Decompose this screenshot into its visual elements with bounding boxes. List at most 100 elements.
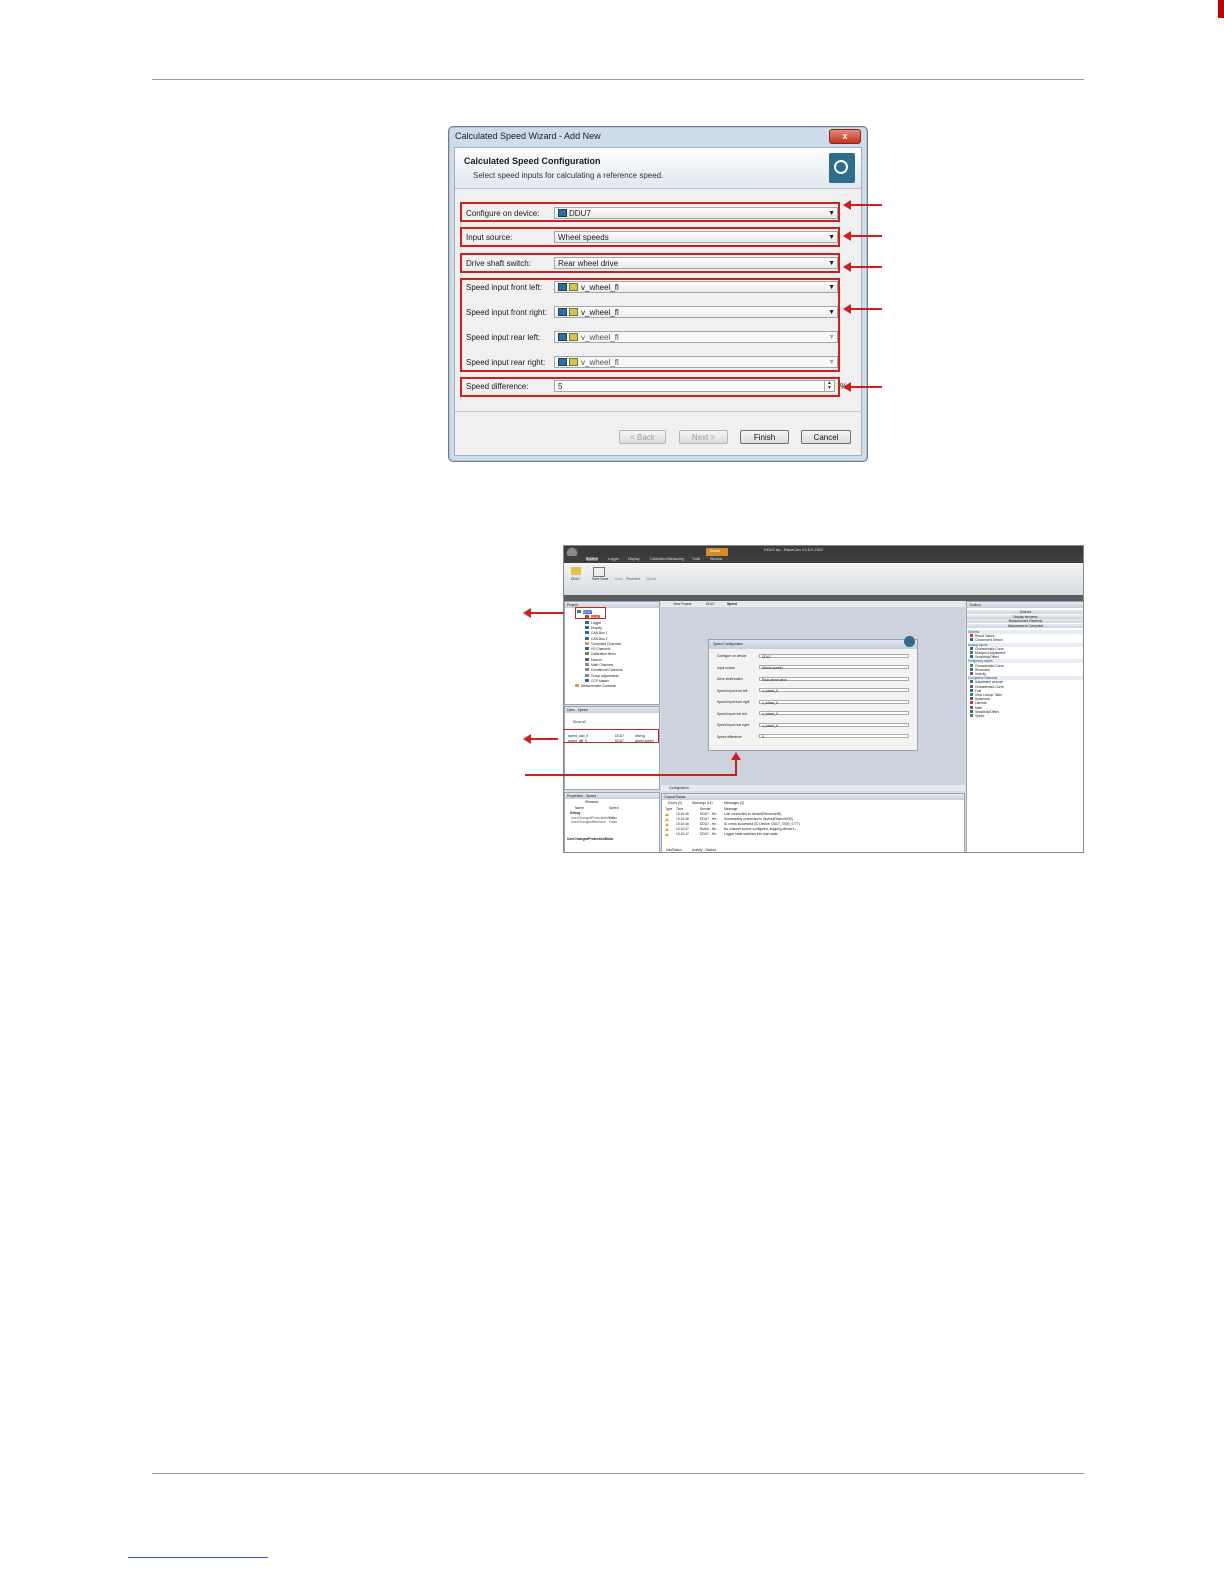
tab-tools[interactable]: Tools <box>692 557 700 561</box>
highlight-speed-difference <box>460 377 840 397</box>
mini-field-value: DDU7 <box>762 654 771 659</box>
output-panel-title: Output/Status <box>662 794 964 800</box>
context-tab-label: Sensor <box>710 549 721 553</box>
errors-filter[interactable]: Errors (0) <box>668 801 682 805</box>
mini-field-value: v_wheel_fl <box>762 723 778 728</box>
mini-field-value: v_wheel_fl <box>762 689 778 693</box>
mini-field-select[interactable]: v_wheel_fl <box>759 688 909 693</box>
warning-icon <box>665 827 669 831</box>
sensor-icon <box>970 680 973 684</box>
close-button[interactable]: x <box>829 129 861 144</box>
project-tree-item[interactable]: Conditional Channels <box>585 668 622 672</box>
sensor-icon <box>970 705 973 709</box>
log-sender: DDU7 - He... <box>700 817 719 821</box>
project-tree-item[interactable]: Math Channels <box>585 663 613 667</box>
tab-calibration[interactable]: Calibration/Measuring <box>650 557 684 561</box>
properties-col-speed: Speed <box>609 806 619 810</box>
tab-system[interactable]: System <box>586 557 598 561</box>
callout-arrow-4 <box>843 304 882 314</box>
toolbox-item[interactable]: Speed <box>970 714 984 718</box>
mini-field-select[interactable]: Wheel speeds <box>759 665 909 670</box>
tab-display[interactable]: Display <box>628 557 639 561</box>
mini-field-select[interactable]: v_wheel_fl <box>759 711 909 716</box>
bottom-tab-activity[interactable]: Activity - Started <box>692 848 716 852</box>
undo-ribbon-button[interactable]: Undo <box>612 566 626 581</box>
properties-filter[interactable]: Windows <box>585 800 598 804</box>
toolbox-title: Toolbox <box>967 602 1083 608</box>
project-tree-item[interactable]: Logger <box>585 620 601 625</box>
finish-button[interactable]: Finish <box>740 430 789 444</box>
project-tree-item[interactable]: CCP Master <box>585 678 609 683</box>
update-ribbon-button[interactable]: Update <box>644 566 658 581</box>
sensor-icon <box>970 663 973 667</box>
col-message: Message <box>724 807 738 811</box>
bottom-tab-info[interactable]: Info/Status <box>666 848 682 852</box>
log-message: Successfully connected to device(Etherne… <box>724 817 794 821</box>
warning-icon <box>665 822 669 826</box>
mini-field-label: Speed difference <box>717 734 742 739</box>
doc-tab-view-project[interactable]: View Project <box>673 602 691 606</box>
sensor-icon <box>970 709 973 713</box>
messages-filter[interactable]: Messages (0) <box>724 801 744 805</box>
properties-col-name: Name <box>575 806 584 810</box>
mini-field-select[interactable]: v_wheel_fl <box>759 722 909 728</box>
folder-icon <box>575 684 579 688</box>
folder-icon <box>585 657 589 661</box>
mini-field-select[interactable]: 5 <box>759 734 909 739</box>
callout-arrow-5 <box>843 382 882 392</box>
toolbox-category-bar[interactable]: Display elements <box>967 614 1083 619</box>
footer-rule <box>152 1473 1084 1474</box>
doc-tab-ddu7[interactable]: DDU7 <box>706 602 715 606</box>
mini-field-select[interactable]: DDU7 <box>759 653 909 659</box>
mini-field-value: Rear wheel drive <box>762 677 787 682</box>
context-tab[interactable]: Sensor <box>706 548 728 556</box>
predefine-ribbon-button[interactable]: Predefine <box>626 566 640 581</box>
project-tree-item[interactable]: Group adjustments <box>585 673 619 678</box>
toolbox-panel: Toolbox Devices Display elements Measureme… <box>966 601 1083 852</box>
properties-footer: UserChangedProtectionMode <box>567 837 614 841</box>
project-tree-item[interactable]: Display <box>585 625 602 630</box>
sensor-icon <box>970 684 973 688</box>
mini-field-select[interactable]: Rear wheel drive <box>759 676 909 682</box>
show-all-button[interactable]: Show all <box>573 720 585 724</box>
folder-icon <box>585 620 589 624</box>
project-tree-item[interactable]: I/O Channels <box>585 647 610 651</box>
project-tree-item[interactable]: Calibration Items <box>585 652 616 656</box>
sensor-icon <box>970 697 973 701</box>
racecon-main-window: DDU7.rlp - RaceCon V2.5.0.2022 Sensor Sy… <box>563 545 1084 853</box>
cancel-button[interactable]: Cancel <box>801 430 851 444</box>
log-time: 10:10:46 <box>676 822 689 826</box>
log-message: Logger state switches into start state. <box>724 832 779 836</box>
configuration-tab[interactable]: Configuration <box>669 786 689 790</box>
tab-logger[interactable]: Logger <box>608 557 619 561</box>
project-tree-item[interactable]: CAN-Bus 2 <box>585 636 608 641</box>
back-button[interactable]: < Back <box>619 430 666 444</box>
next-button[interactable]: Next > <box>679 430 728 444</box>
properties-panel-title: Properties - Speed <box>565 793 659 799</box>
calculated-speed-wizard-dialog: Calculated Speed Wizard - Add New x Calc… <box>448 126 868 462</box>
project-tree-item[interactable]: CAN-Bus 1 <box>585 631 608 635</box>
folder-icon <box>585 636 589 640</box>
sensor-icon <box>970 667 973 671</box>
toolbox-category-bar[interactable]: Measurement Elements <box>967 619 1083 623</box>
project-tree-item[interactable]: Macros <box>585 657 602 662</box>
toolbox-category-bar[interactable]: Measurement Computed <box>967 623 1083 628</box>
data-panel: Data - Speed Show all speed_calc_fl DDU7… <box>564 706 660 790</box>
project-tree-item[interactable]: Computed Channels <box>585 641 621 646</box>
properties-panel: Properties - Speed Windows Name Speed De… <box>564 792 660 852</box>
log-message: Lost connection to device(Ethernet#35). <box>724 812 783 816</box>
mini-field-label: Speed input rear left <box>717 711 747 716</box>
project-tree-item[interactable]: Measurement Container <box>575 684 616 688</box>
sensor-icon <box>970 651 973 654</box>
mini-field-select[interactable]: v_wheel_fl <box>759 699 909 705</box>
doc-tab-speed[interactable]: Speed <box>727 602 737 606</box>
dialog-header: Calculated Speed Configuration Select sp… <box>455 148 861 189</box>
app-titlebar: DDU7.rlp - RaceCon V2.5.0.2022 <box>564 546 1083 559</box>
toolbox-category-bar[interactable]: Devices <box>967 610 1083 614</box>
warnings-filter[interactable]: Warnings (14) <box>692 801 713 805</box>
tab-window[interactable]: Window <box>710 557 722 561</box>
save-node-ribbon-button[interactable]: Save Node <box>592 566 608 581</box>
warning-icon <box>665 832 669 836</box>
ddu7-ribbon-button[interactable]: DDU7 <box>569 566 583 581</box>
log-sender: DDU7 - He... <box>700 812 719 816</box>
